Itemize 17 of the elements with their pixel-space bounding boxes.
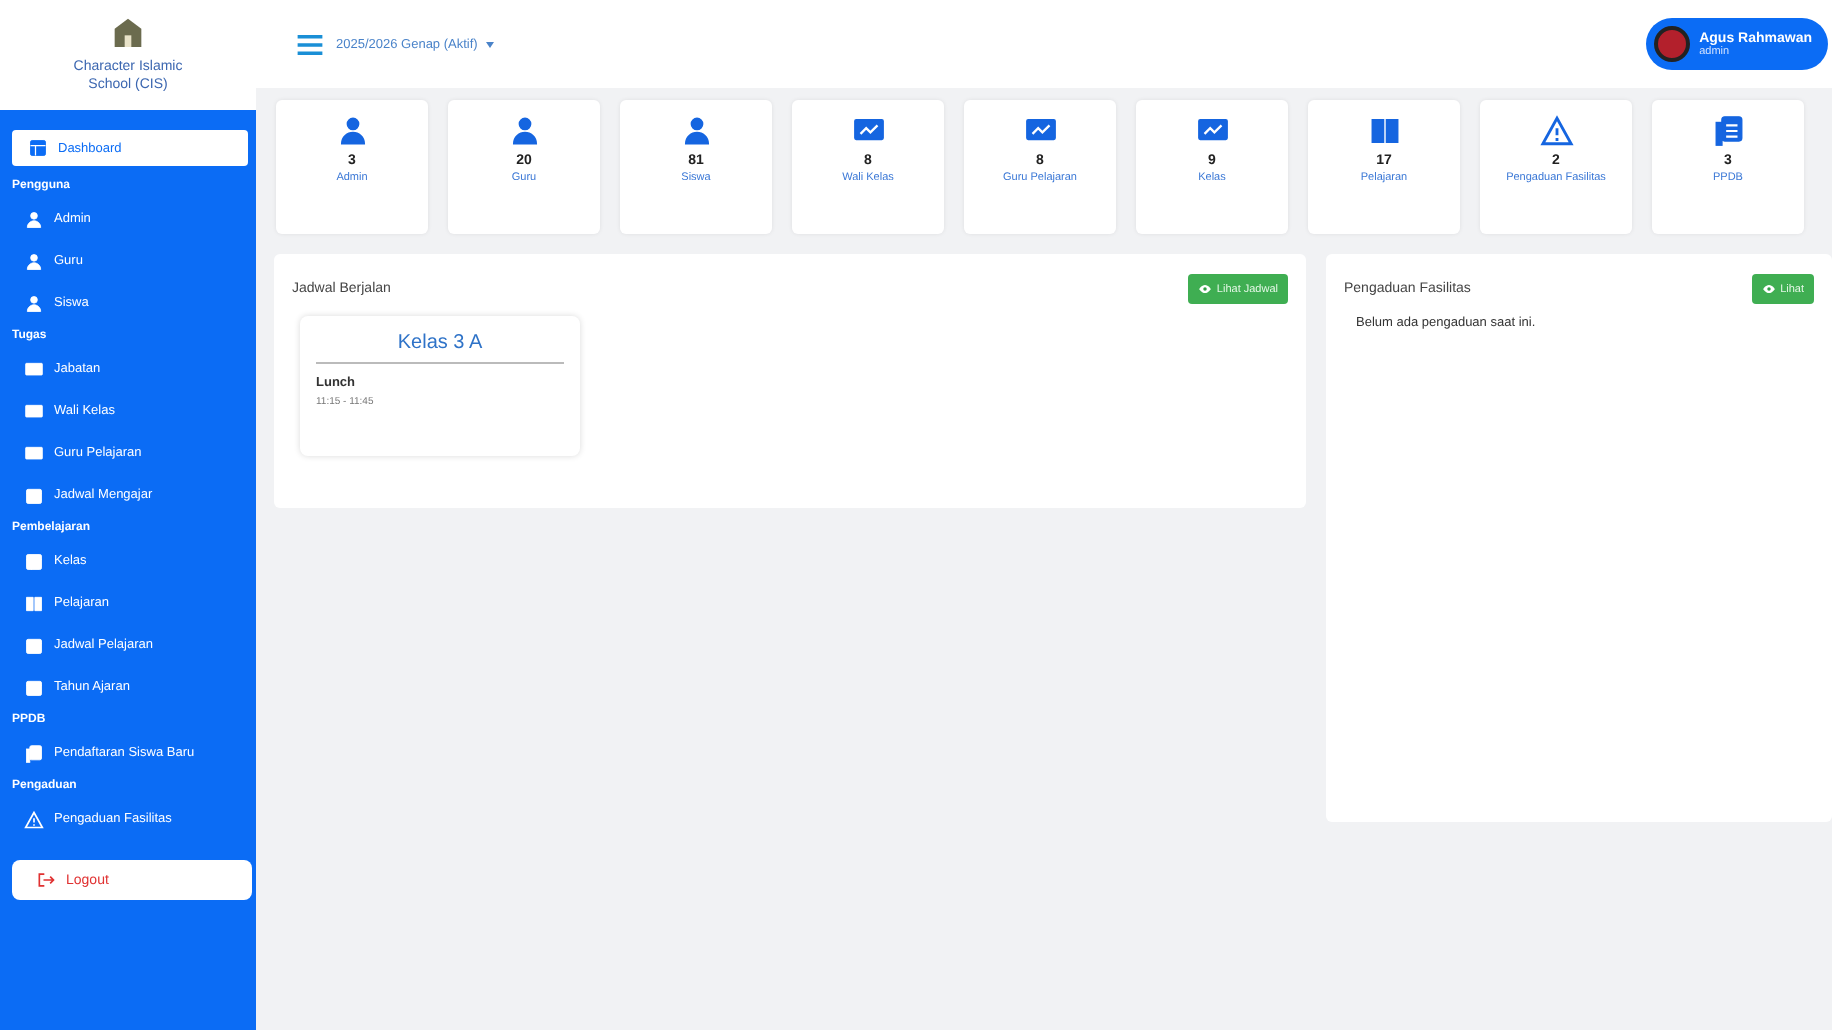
logout-icon (36, 870, 56, 890)
avatar (1653, 26, 1690, 62)
caret-icon (485, 41, 494, 47)
warning-icon (1539, 114, 1573, 148)
person-icon (24, 251, 44, 271)
person-icon (24, 293, 44, 313)
book-icon (24, 593, 44, 613)
warning-icon (24, 809, 44, 829)
eye-icon (1762, 282, 1777, 296)
person-icon (335, 114, 369, 148)
class-name: Kelas 3 A (316, 332, 564, 364)
eye-icon (1198, 282, 1213, 296)
person-icon (507, 114, 541, 148)
person-icon (24, 209, 44, 229)
menu-button[interactable] (296, 33, 324, 55)
person-icon (679, 114, 713, 148)
book-icon (1367, 114, 1401, 148)
